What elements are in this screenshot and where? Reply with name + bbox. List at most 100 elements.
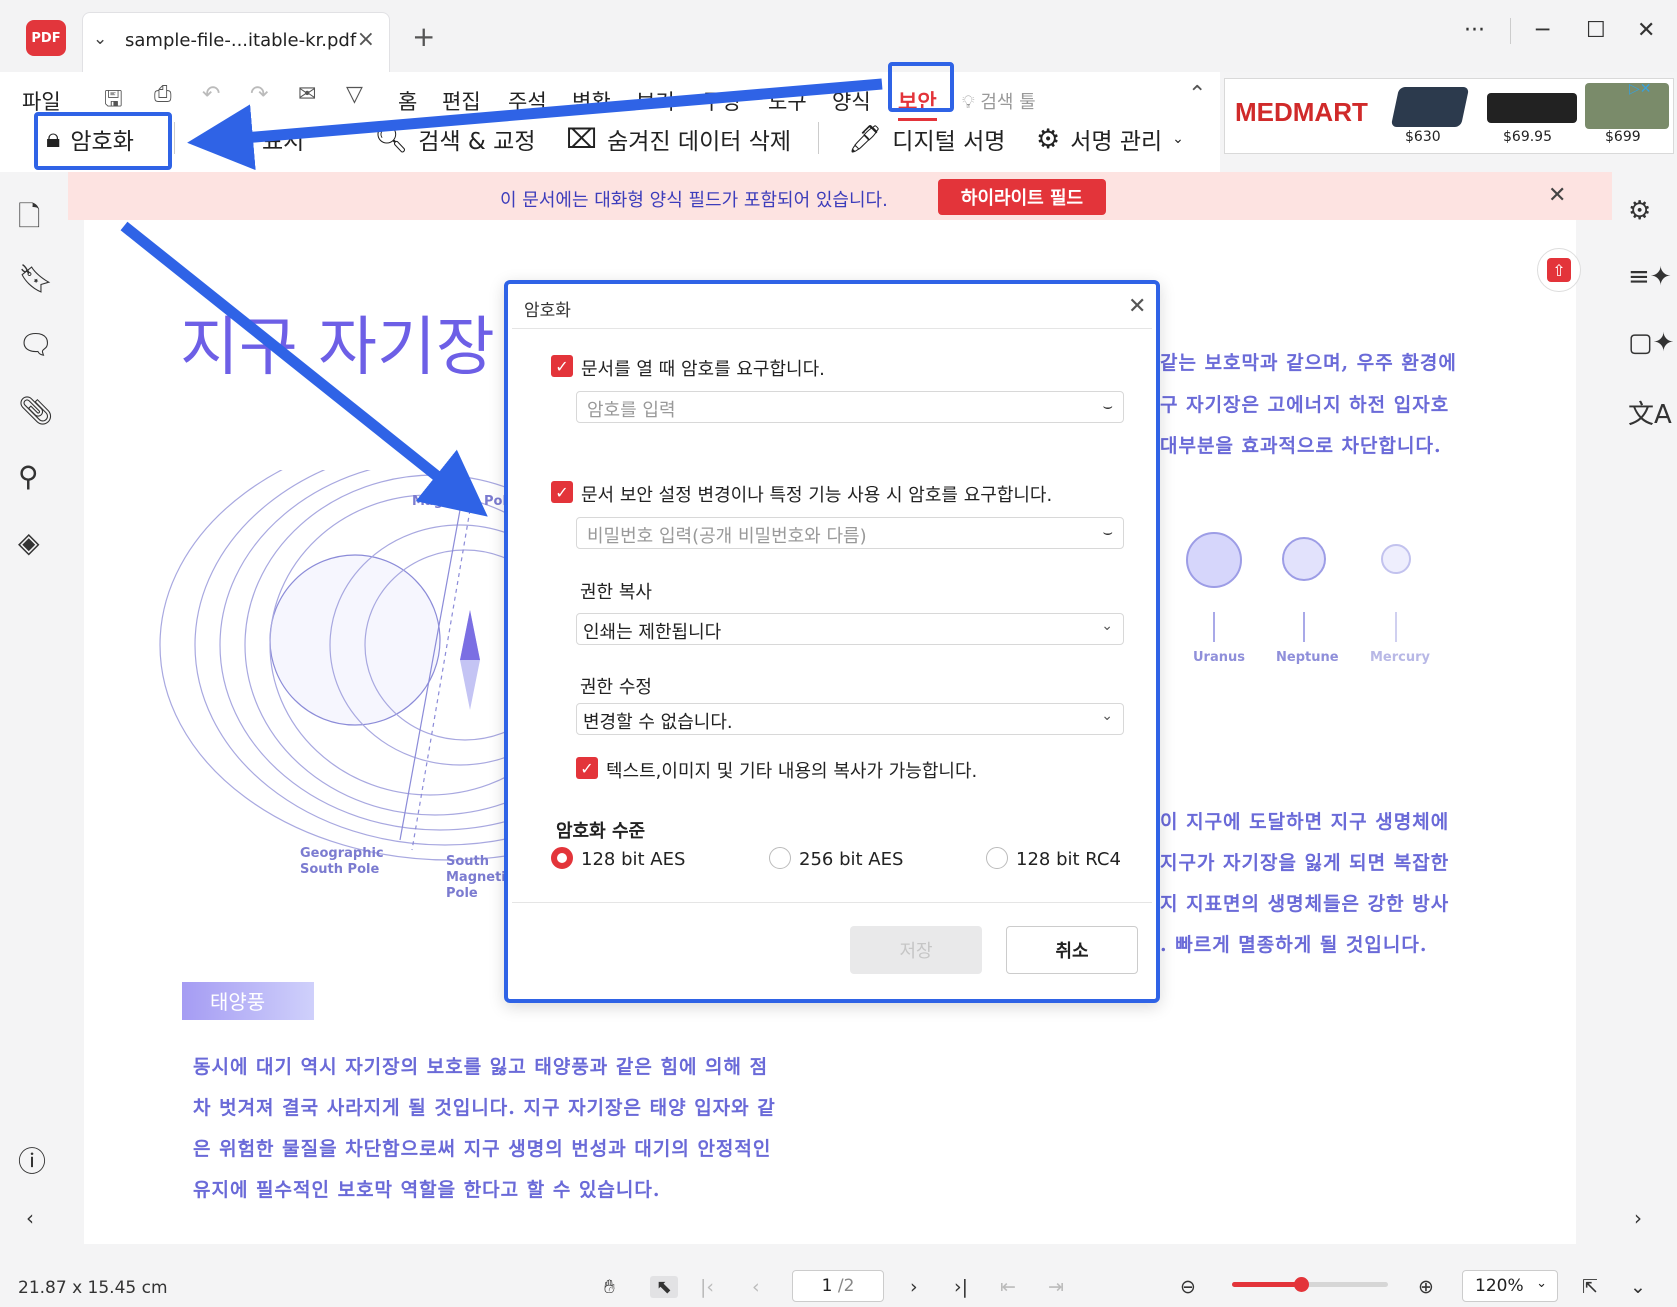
comment-icon[interactable]: 🗨︎: [18, 328, 54, 361]
level-256-aes-radio[interactable]: [769, 847, 791, 869]
document-tab[interactable]: ⌄ sample-file-...itable-kr.pdf ×: [82, 12, 390, 72]
advertisement[interactable]: MEDMART $630 $69.95 $699 ▷✕: [1224, 78, 1674, 154]
ad-price: $630: [1405, 129, 1441, 145]
fit-page-icon[interactable]: ⇱: [1582, 1276, 1598, 1298]
translate-icon[interactable]: 文A: [1628, 394, 1672, 431]
paragraph-line: 유지에 필수적인 보호막 역할을 한다고 할 수 있습니다.: [193, 1179, 661, 1201]
expand-right-icon[interactable]: ›: [1634, 1206, 1642, 1230]
tab-title: sample-file-...itable-kr.pdf: [125, 30, 357, 51]
hide-password-icon[interactable]: ⌣: [1102, 522, 1113, 542]
dialog-close-icon[interactable]: ✕: [1128, 294, 1146, 319]
ad-product-image: [1390, 87, 1470, 127]
paragraph-line: 은 위험한 물질을 차단함으로써 지구 생명의 번성과 대기의 안정적인: [193, 1138, 772, 1160]
level-128-rc4-label: 128 bit RC4: [1016, 849, 1121, 870]
zoom-in-icon[interactable]: ⊕: [1418, 1276, 1434, 1298]
zoom-slider-handle[interactable]: [1293, 1277, 1309, 1292]
manage-signatures-button[interactable]: ⚙︎ 서명 관리 ⌄: [1036, 122, 1184, 156]
cancel-button[interactable]: 취소: [1006, 926, 1138, 974]
select-tool-icon[interactable]: ⬉: [650, 1276, 678, 1298]
print-permission-select[interactable]: 인쇄는 제한됩니다 ⌄: [576, 613, 1124, 645]
rotate-right-icon[interactable]: ⇥: [1048, 1276, 1064, 1298]
collapse-left-icon[interactable]: ‹: [26, 1206, 34, 1230]
mark-redaction-button[interactable]: 표시: [262, 122, 304, 156]
level-256-aes-label: 256 bit AES: [799, 849, 904, 870]
digital-sign-button[interactable]: 🖊︎ 디지털 서명: [848, 122, 1005, 156]
allow-copy-checkbox[interactable]: ✓: [576, 757, 598, 779]
menu-organize[interactable]: 구성: [702, 86, 741, 116]
menu-form[interactable]: 양식: [832, 86, 871, 116]
notice-close-icon[interactable]: ✕: [1548, 183, 1566, 208]
collapse-ribbon-icon[interactable]: ⌃: [1188, 82, 1206, 107]
last-page-icon[interactable]: ›|: [954, 1276, 968, 1298]
open-password-input[interactable]: 암호를 입력 ⌣: [576, 391, 1124, 423]
divider: [818, 122, 819, 154]
menu-comment[interactable]: 주석: [508, 86, 547, 116]
save-button[interactable]: 저장: [850, 926, 982, 974]
redo-icon[interactable]: ↷: [250, 82, 268, 107]
menu-view[interactable]: 보기: [636, 86, 675, 116]
attachment-icon[interactable]: 📎︎: [18, 394, 54, 427]
zoom-select[interactable]: 120% ⌄: [1462, 1270, 1558, 1302]
mail-icon[interactable]: ✉: [298, 82, 316, 107]
ai-chat-icon[interactable]: ▢✦: [1628, 328, 1674, 358]
encrypt-highlight-box: [34, 112, 172, 170]
highlight-fields-button[interactable]: 하이라이트 필드: [938, 179, 1106, 215]
layers-icon[interactable]: ◈: [18, 526, 40, 559]
divider: [512, 902, 1152, 903]
planet-stem: [1213, 612, 1215, 642]
ad-choices-icon[interactable]: ▷✕: [1629, 81, 1652, 97]
undo-icon[interactable]: ↶: [202, 82, 220, 107]
print-icon[interactable]: ⎙: [154, 82, 172, 107]
remove-hidden-data-button[interactable]: ⌧ 숨겨진 데이터 삭제: [566, 122, 791, 156]
hand-tool-icon[interactable]: ✋︎: [604, 1276, 615, 1298]
divider: [512, 328, 1152, 329]
menu-edit[interactable]: 편집: [442, 86, 481, 116]
open-password-checkbox[interactable]: ✓: [551, 355, 573, 377]
divider: [174, 122, 175, 154]
hide-password-icon[interactable]: ⌣: [1102, 396, 1113, 416]
page-thumbnail-icon[interactable]: 🗋: [18, 196, 41, 244]
level-128-rc4-radio[interactable]: [986, 847, 1008, 869]
first-page-icon[interactable]: |‹: [700, 1276, 714, 1298]
menu-home[interactable]: 홈: [398, 86, 417, 116]
paragraph-line: 구 자기장은 고에너지 하전 입자호: [1160, 394, 1450, 416]
maximize-icon[interactable]: ☐: [1586, 18, 1606, 43]
search-redact-button[interactable]: 🔍︎ 검색 & 교정: [374, 122, 535, 156]
chevron-down-icon: ⌄: [1172, 131, 1184, 147]
magnetic-pole-label: Magnetic Pole: [412, 494, 516, 509]
minimize-icon[interactable]: ─: [1536, 18, 1549, 43]
planet-uranus: [1186, 532, 1242, 588]
page-number-input[interactable]: 1 /2: [792, 1270, 884, 1302]
next-page-icon[interactable]: ›: [910, 1276, 918, 1298]
permission-password-input[interactable]: 비밀번호 입력(공개 비밀번호와 다름) ⌣: [576, 517, 1124, 549]
rotate-left-icon[interactable]: ⇤: [1000, 1276, 1016, 1298]
planet-stem: [1303, 612, 1305, 642]
security-highlight-box: [888, 62, 954, 112]
ai-summary-icon[interactable]: ≡✦: [1628, 262, 1672, 292]
level-128-aes-label: 128 bit AES: [581, 849, 686, 870]
more-view-icon[interactable]: ⌄: [1630, 1276, 1646, 1298]
help-icon[interactable]: ⓘ: [18, 1140, 46, 1180]
properties-icon[interactable]: ⚙︎: [1628, 196, 1651, 226]
lightbulb-icon: 💡︎: [962, 92, 975, 113]
previous-page-icon[interactable]: ‹: [752, 1276, 760, 1298]
bookmark-icon[interactable]: 🔖︎: [18, 262, 54, 295]
search-icon[interactable]: ⚲: [18, 460, 39, 493]
more-options-icon[interactable]: ···: [1464, 18, 1485, 43]
tab-close-icon[interactable]: ×: [357, 27, 375, 52]
menu-tools[interactable]: 도구: [768, 86, 807, 116]
edit-permission-select[interactable]: 변경할 수 없습니다. ⌄: [576, 703, 1124, 735]
search-document-icon: 🔍︎: [374, 124, 409, 155]
level-128-aes-radio[interactable]: [551, 847, 573, 869]
search-tools[interactable]: 💡︎ 검색 툴: [962, 88, 1036, 114]
new-tab-button[interactable]: +: [412, 20, 435, 53]
close-window-icon[interactable]: ✕: [1637, 18, 1655, 43]
permission-password-checkbox[interactable]: ✓: [551, 481, 573, 503]
paragraph-line: 지 지표면의 생명체들은 강한 방사: [1160, 893, 1450, 915]
tab-chevron-icon[interactable]: ⌄: [93, 29, 107, 49]
upload-button[interactable]: ⇧: [1537, 248, 1581, 292]
planet-label: Neptune: [1276, 650, 1339, 665]
zoom-out-icon[interactable]: ⊖: [1180, 1276, 1196, 1298]
quick-menu-icon[interactable]: ▽: [346, 82, 363, 107]
menu-convert[interactable]: 변환: [572, 86, 611, 116]
